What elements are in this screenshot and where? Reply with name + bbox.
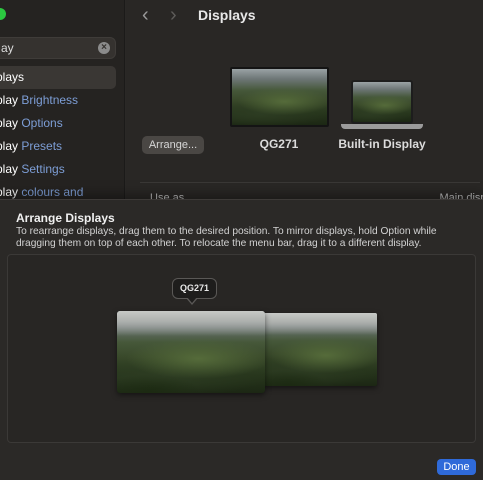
sidebar-item-label: play (0, 116, 19, 130)
sidebar-item-displays[interactable]: plays (0, 66, 116, 89)
wallpaper-trees (117, 360, 199, 393)
display-name-qg271: QG271 (259, 137, 299, 151)
sidebar-item-display-colours[interactable]: play colours and (0, 181, 116, 200)
wallpaper-trees (263, 356, 326, 386)
sheet-description: To rearrange displays, drag them to the … (16, 226, 437, 249)
builtin-display-tile[interactable] (263, 313, 377, 386)
sidebar-item-display-options[interactable]: play Options (0, 112, 116, 135)
arrange-button[interactable]: Arrange... (142, 136, 204, 154)
search-field[interactable]: ay × (0, 37, 116, 59)
arrangement-canvas[interactable]: QG271 (7, 254, 476, 443)
clear-search-icon[interactable]: × (98, 42, 110, 54)
sidebar-item-label: play (0, 139, 19, 153)
chevron-left-icon[interactable]: ‹ (142, 4, 149, 27)
qg271-display-tile[interactable] (117, 311, 265, 393)
search-input-value[interactable]: ay (1, 41, 14, 55)
done-button[interactable]: Done (437, 459, 476, 475)
wallpaper-fog (117, 311, 265, 336)
displays-pane: ‹ › Displays Arrange... QG271 Built-in D… (126, 0, 483, 204)
qg271-monitor-thumbnail[interactable] (230, 67, 329, 127)
wallpaper-fog (263, 313, 377, 335)
divider (140, 182, 480, 183)
sidebar-item-label: play (0, 93, 19, 107)
wallpaper-image (353, 82, 411, 122)
sheet-title: Arrange Displays (16, 211, 115, 225)
sidebar-item-label: play (0, 162, 19, 176)
sidebar-item-label-suffix: Brightness (18, 93, 79, 107)
sidebar: ay × plays play Brightness play Options … (0, 0, 125, 200)
builtin-display-thumbnail[interactable] (351, 80, 413, 124)
sidebar-item-label-suffix: Presets (18, 139, 63, 153)
sidebar-item-label: play (0, 185, 19, 199)
sidebar-results-list: plays play Brightness play Options play … (0, 66, 116, 200)
sidebar-item-display-brightness[interactable]: play Brightness (0, 89, 116, 112)
window-title: Displays (198, 7, 256, 23)
sidebar-item-display-settings[interactable]: play Settings (0, 158, 116, 181)
display-name-tooltip: QG271 (172, 278, 218, 299)
sidebar-item-display-presets[interactable]: play Presets (0, 135, 116, 158)
sidebar-item-label-suffix: Settings (18, 162, 65, 176)
chevron-right-icon[interactable]: › (170, 4, 177, 27)
tooltip-pointer-fill (187, 297, 197, 303)
sidebar-item-label: plays (0, 70, 25, 84)
laptop-base (341, 124, 423, 129)
wallpaper-image (232, 69, 327, 125)
sidebar-item-label-suffix: colours and (18, 185, 84, 199)
window-zoom-button[interactable] (0, 8, 6, 20)
arrange-displays-sheet: Arrange Displays To rearrange displays, … (0, 199, 483, 480)
sidebar-item-label-suffix: Options (18, 116, 63, 130)
display-name-builtin: Built-in Display (338, 137, 426, 151)
